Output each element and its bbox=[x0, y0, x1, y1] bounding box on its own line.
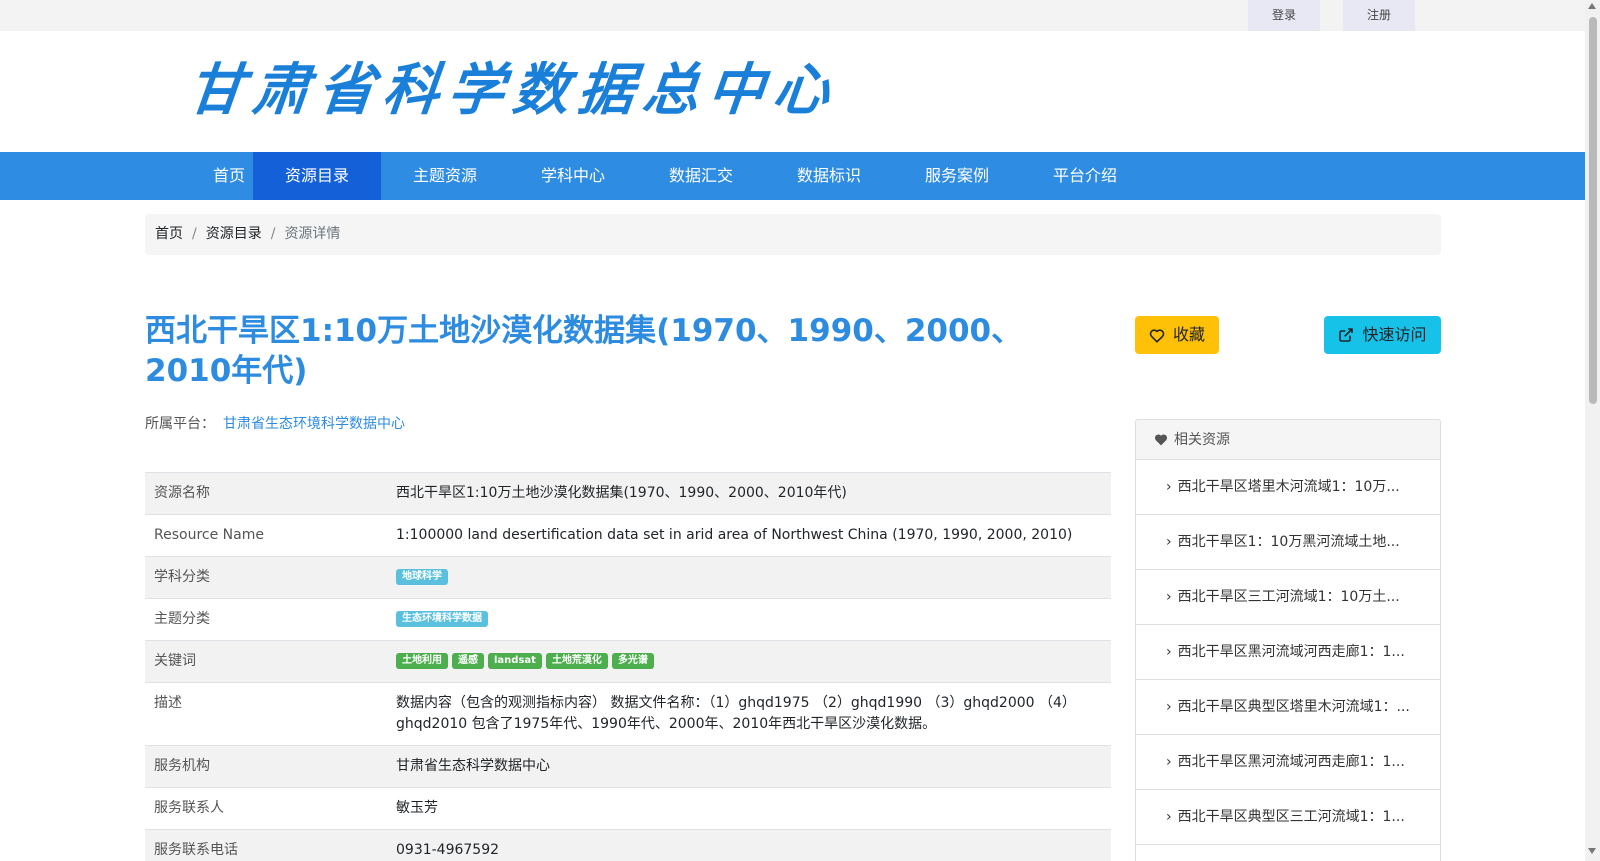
nav-item-data-identifier[interactable]: 数据标识 bbox=[765, 152, 893, 200]
related-item[interactable]: › 西北干旱区黑河流域河西走廊1：1... bbox=[1136, 735, 1440, 790]
resource-details-table: 资源名称 西北干旱区1:10万土地沙漠化数据集(1970、1990、2000、2… bbox=[145, 472, 1111, 861]
detail-value: 地球科学 bbox=[387, 556, 1111, 599]
keyword-badge[interactable]: landsat bbox=[488, 653, 542, 669]
detail-value: 西北干旱区1:10万土地沙漠化数据集(1970、1990、2000、2010年代… bbox=[387, 472, 1111, 515]
table-row: 资源名称 西北干旱区1:10万土地沙漠化数据集(1970、1990、2000、2… bbox=[145, 472, 1111, 515]
login-link[interactable]: 登录 bbox=[1248, 0, 1320, 31]
related-resources-title: 相关资源 bbox=[1174, 432, 1230, 448]
quick-access-button[interactable]: 快速访问 bbox=[1324, 316, 1441, 354]
scroll-down-icon[interactable] bbox=[1588, 848, 1596, 854]
detail-key: 资源名称 bbox=[145, 472, 387, 515]
related-item-label: 西北干旱区典型区塔里木河流域1：... bbox=[1177, 699, 1410, 715]
keyword-badge[interactable]: 多光谱 bbox=[611, 653, 654, 669]
detail-value: 数据内容（包含的观测指标内容） 数据文件名称：（1）ghqd1975 （2）gh… bbox=[387, 682, 1111, 746]
related-item-label: 西北干旱区典型区三工河流域1：1... bbox=[1177, 809, 1405, 825]
chevron-right-icon: › bbox=[1166, 699, 1172, 715]
tag-badge[interactable]: 生态环境科学数据 bbox=[396, 611, 488, 627]
related-item-label: 西北干旱区黑河流域河西走廊1：1... bbox=[1177, 644, 1405, 660]
heart-icon bbox=[1154, 434, 1168, 446]
nav-item-data-submission[interactable]: 数据汇交 bbox=[637, 152, 765, 200]
breadcrumb-home[interactable]: 首页 bbox=[155, 226, 183, 242]
table-row: 服务机构 甘肃省生态科学数据中心 bbox=[145, 745, 1111, 788]
detail-key: 服务联系电话 bbox=[145, 829, 387, 861]
scrollbar-thumb[interactable] bbox=[1589, 17, 1597, 404]
detail-key: Resource Name bbox=[145, 514, 387, 557]
chevron-right-icon: › bbox=[1166, 644, 1172, 660]
nav-item-themes[interactable]: 主题资源 bbox=[381, 152, 509, 200]
platform-link[interactable]: 甘肃省生态环境科学数据中心 bbox=[223, 416, 405, 432]
detail-key: 服务联系人 bbox=[145, 787, 387, 830]
keyword-badge[interactable]: 土地荒漠化 bbox=[545, 653, 608, 669]
related-item[interactable]: › 西北干旱区典型区塔里木河流域1：... bbox=[1136, 680, 1440, 735]
detail-value: 1:100000 land desertification data set i… bbox=[387, 514, 1111, 557]
detail-value: 甘肃省生态科学数据中心 bbox=[387, 745, 1111, 788]
chevron-right-icon: › bbox=[1166, 479, 1172, 495]
register-link[interactable]: 注册 bbox=[1343, 0, 1415, 31]
table-row: 学科分类 地球科学 bbox=[145, 556, 1111, 599]
chevron-right-icon: › bbox=[1166, 589, 1172, 605]
related-item[interactable]: › 西北干旱区1：10万黑河流域土地... bbox=[1136, 515, 1440, 570]
related-resources-header: 相关资源 bbox=[1136, 420, 1440, 460]
favorite-label: 收藏 bbox=[1172, 325, 1205, 344]
breadcrumb-catalog[interactable]: 资源目录 bbox=[206, 226, 262, 242]
breadcrumb-current: 资源详情 bbox=[284, 226, 341, 242]
main-nav: 首页 资源目录 主题资源 学科中心 数据汇交 数据标识 服务案例 平台介绍 bbox=[0, 152, 1585, 200]
related-item[interactable]: › 西北干旱区典型区三工河流域1：1... bbox=[1136, 790, 1440, 845]
quick-access-label: 快速访问 bbox=[1362, 325, 1427, 344]
page-scrollbar[interactable] bbox=[1585, 0, 1600, 861]
detail-key: 关键词 bbox=[145, 640, 387, 683]
table-row: 服务联系电话 0931-4967592 bbox=[145, 829, 1111, 861]
related-item-label: 西北干旱区黑河流域河西走廊1：1... bbox=[1177, 754, 1405, 770]
page-title: 西北干旱区1:10万土地沙漠化数据集(1970、1990、2000、2010年代… bbox=[145, 313, 1023, 389]
detail-value: 敏玉芳 bbox=[387, 787, 1111, 830]
detail-value: 土地利用 遥感 landsat 土地荒漠化 多光谱 bbox=[387, 640, 1111, 683]
related-item[interactable]: › 西北干旱区三工河流域1：10万土... bbox=[1136, 570, 1440, 625]
chevron-right-icon: › bbox=[1166, 754, 1172, 770]
nav-item-catalog[interactable]: 资源目录 bbox=[253, 152, 381, 200]
related-item-label: 西北干旱区三工河流域1：10万土... bbox=[1177, 589, 1400, 605]
table-row: 描述 数据内容（包含的观测指标内容） 数据文件名称：（1）ghqd1975 （2… bbox=[145, 682, 1111, 746]
nav-item-about[interactable]: 平台介绍 bbox=[1021, 152, 1149, 200]
detail-key: 描述 bbox=[145, 682, 387, 746]
keyword-badge[interactable]: 土地利用 bbox=[396, 653, 448, 669]
favorite-button[interactable]: 收藏 bbox=[1135, 316, 1219, 354]
chevron-right-icon: › bbox=[1166, 809, 1172, 825]
detail-value: 生态环境科学数据 bbox=[387, 598, 1111, 641]
related-resources-panel: 相关资源 › 西北干旱区塔里木河流域1：10万... › 西北干旱区1：10万黑河流… bbox=[1135, 419, 1441, 861]
platform-label: 所属平台： bbox=[145, 416, 215, 432]
nav-item-disciplines[interactable]: 学科中心 bbox=[509, 152, 637, 200]
heart-outline-icon bbox=[1149, 329, 1165, 343]
related-item-label: 西北干旱区1：10万黑河流域土地... bbox=[1177, 534, 1400, 550]
detail-value: 0931-4967592 bbox=[387, 829, 1111, 861]
detail-key: 服务机构 bbox=[145, 745, 387, 788]
table-row: 关键词 土地利用 遥感 landsat 土地荒漠化 多光谱 bbox=[145, 640, 1111, 683]
related-item-label: 西北干旱区塔里木河流域1：10万... bbox=[1177, 479, 1400, 495]
breadcrumb-separator: / bbox=[270, 226, 276, 242]
tag-badge[interactable]: 地球科学 bbox=[396, 569, 448, 585]
detail-key: 学科分类 bbox=[145, 556, 387, 599]
table-row: 主题分类 生态环境科学数据 bbox=[145, 598, 1111, 641]
detail-key: 主题分类 bbox=[145, 598, 387, 641]
related-item[interactable]: › 西北干旱区塔里木河流域1：10万... bbox=[1136, 460, 1440, 515]
table-row: 服务联系人 敏玉芳 bbox=[145, 787, 1111, 830]
top-bar: 登录 注册 bbox=[0, 0, 1585, 31]
breadcrumb: 首页 / 资源目录 / 资源详情 bbox=[145, 214, 1441, 255]
scroll-up-icon[interactable] bbox=[1588, 3, 1596, 9]
chevron-right-icon: › bbox=[1166, 534, 1172, 550]
table-row: Resource Name 1:100000 land desertificat… bbox=[145, 514, 1111, 557]
breadcrumb-separator: / bbox=[192, 226, 197, 242]
keyword-badge[interactable]: 遥感 bbox=[452, 653, 484, 669]
related-item[interactable]: › 西北干旱区黑河流域河西走廊1：1... bbox=[1136, 625, 1440, 680]
external-link-icon bbox=[1339, 328, 1354, 342]
nav-item-service-cases[interactable]: 服务案例 bbox=[893, 152, 1021, 200]
site-logo[interactable]: 甘肃省科学数据总中心 bbox=[185, 58, 842, 123]
platform-info: 所属平台： 甘肃省生态环境科学数据中心 bbox=[145, 413, 405, 433]
